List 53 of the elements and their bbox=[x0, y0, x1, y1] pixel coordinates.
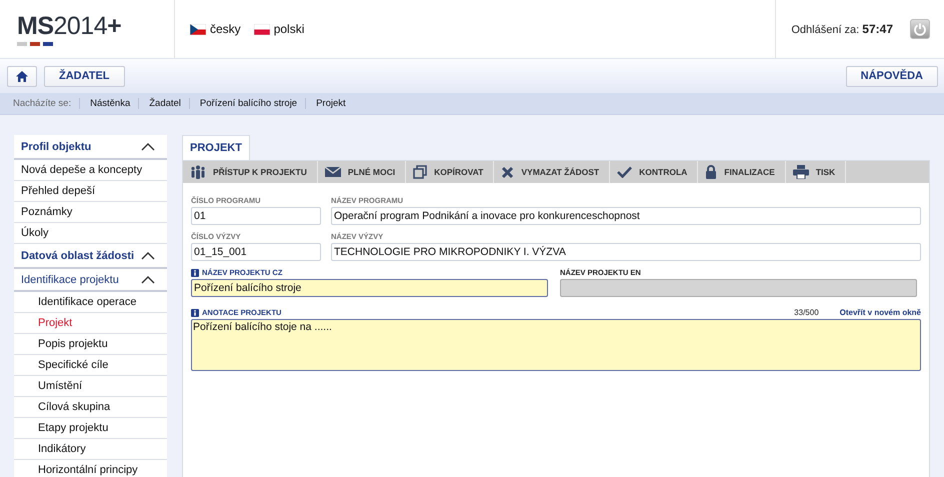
input-field[interactable]: Pořízení balícího stroje bbox=[191, 279, 548, 297]
sidebar-item[interactable]: Indikátory bbox=[14, 439, 167, 460]
open-window-link[interactable]: Otevřít v novém okně bbox=[840, 308, 921, 317]
home-button[interactable] bbox=[7, 66, 37, 86]
input-field[interactable]: Operační program Podnikání a inovace pro konkurenceschopnost bbox=[331, 207, 921, 225]
power-icon bbox=[913, 22, 927, 36]
tab[interactable]: PROJEKT bbox=[182, 135, 250, 160]
language-link[interactable]: polski bbox=[254, 22, 304, 36]
sidebar-item[interactable]: Specifické cíle bbox=[14, 355, 167, 376]
breadcrumb-label: Nacházíte se: bbox=[12, 98, 72, 109]
sidebar-item[interactable]: Přehled depeší bbox=[14, 181, 167, 202]
logout-timer: Odhlášení za: 57:47 bbox=[791, 22, 893, 36]
text-area[interactable]: Pořízení balícího stoje na ...... bbox=[191, 319, 921, 371]
input-field[interactable]: 01 bbox=[191, 207, 321, 225]
people-icon bbox=[190, 165, 206, 179]
caret-icon bbox=[141, 252, 155, 260]
sidebar-item[interactable]: Umístění bbox=[14, 376, 167, 397]
envelope-icon bbox=[324, 166, 341, 178]
logo: MS2014+ bbox=[17, 12, 122, 38]
breadcrumb-link[interactable]: Pořízení balícího stroje bbox=[188, 98, 306, 109]
sidebar-item[interactable]: Identifikace projektu bbox=[14, 269, 167, 292]
flag-icon bbox=[254, 24, 270, 34]
copy-icon bbox=[413, 165, 428, 179]
language-link[interactable]: česky bbox=[190, 22, 241, 36]
character-counter: 33/500 bbox=[794, 308, 819, 317]
input-field[interactable]: TECHNOLOGIE PRO MIKROPODNIKY I. VÝZVA bbox=[331, 243, 921, 261]
caret-icon bbox=[141, 276, 155, 284]
sidebar-item[interactable]: Úkoly bbox=[14, 223, 167, 244]
sidebar-item[interactable]: Popis projektu bbox=[14, 334, 167, 355]
sidebar-item[interactable]: Profil objektu bbox=[14, 135, 167, 160]
breadcrumb-link[interactable]: Žadatel bbox=[138, 98, 189, 109]
breadcrumb-link[interactable]: Projekt bbox=[305, 98, 354, 109]
breadcrumb-link[interactable]: Nástěnka bbox=[79, 98, 138, 109]
help-button[interactable]: NÁPOVĚDA bbox=[846, 66, 938, 86]
home-icon bbox=[15, 70, 29, 82]
input-field[interactable]: 01_15_001 bbox=[191, 243, 321, 261]
sidebar-item[interactable]: Identifikace operace bbox=[14, 292, 167, 313]
lock-icon bbox=[705, 165, 718, 179]
sidebar-item[interactable]: Projekt bbox=[14, 313, 167, 334]
checkmark-icon bbox=[617, 166, 632, 178]
sidebar-item[interactable]: Etapy projektu bbox=[14, 418, 167, 439]
sidebar-item[interactable]: Cílová skupina bbox=[14, 397, 167, 418]
caret-icon bbox=[141, 142, 155, 150]
sidebar-item[interactable]: Poznámky bbox=[14, 202, 167, 223]
sidebar-item[interactable]: Datová oblast žádosti bbox=[14, 244, 167, 269]
nav-button[interactable]: ŽADATEL bbox=[44, 66, 125, 86]
sidebar-item[interactable]: Horizontální principy bbox=[14, 460, 167, 477]
cross-icon bbox=[501, 166, 514, 178]
printer-icon bbox=[792, 165, 809, 179]
sidebar-item[interactable]: Nová depeše a koncepty bbox=[14, 160, 167, 181]
logout-button[interactable] bbox=[910, 19, 930, 39]
logo-bars-icon bbox=[17, 42, 55, 46]
flag-icon bbox=[190, 24, 206, 34]
